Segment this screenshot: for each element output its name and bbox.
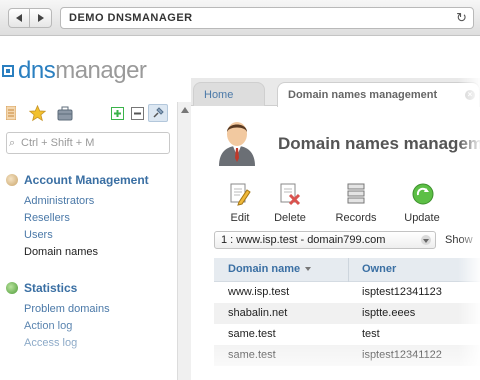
- sidebar-item-problem-domains[interactable]: Problem domains: [24, 303, 110, 315]
- update-label: Update: [404, 212, 440, 224]
- users-section-icon: [6, 174, 18, 186]
- close-tab-icon[interactable]: ×: [465, 90, 475, 100]
- delete-label: Delete: [274, 212, 306, 224]
- sidebar-scrollbar[interactable]: [177, 102, 191, 380]
- menu-icon[interactable]: [4, 104, 18, 122]
- column-header-owner[interactable]: Owner: [362, 263, 396, 275]
- expand-all-icon[interactable]: [110, 104, 124, 122]
- cell-domain-name: www.isp.test: [228, 286, 290, 298]
- tab-home[interactable]: Home: [193, 82, 265, 106]
- back-arrow-icon: [16, 14, 22, 22]
- reload-icon[interactable]: ↻: [456, 11, 467, 25]
- logo-square-icon: [2, 65, 14, 77]
- tab-domain-names-management[interactable]: Domain names management ×: [277, 82, 480, 107]
- statistics-section-icon: [6, 282, 18, 294]
- delete-button[interactable]: Delete: [265, 182, 315, 224]
- cell-domain-name: shabalin.net: [228, 307, 288, 319]
- table-header: Domain name Owner: [214, 258, 480, 282]
- main-panel: Home Domain names management × Domain na…: [191, 78, 480, 380]
- tab-domains-label: Domain names management: [288, 89, 438, 101]
- scroll-up-arrow-icon[interactable]: [181, 107, 189, 113]
- sidebar-item-administrators[interactable]: Administrators: [24, 195, 94, 207]
- app-logo: dns manager: [2, 57, 147, 84]
- pin-icon[interactable]: [148, 104, 168, 122]
- tab-home-label: Home: [204, 89, 234, 101]
- cell-owner: test: [362, 328, 380, 340]
- search-icon: ⌕: [9, 137, 16, 149]
- user-avatar-icon: [215, 116, 259, 166]
- section-title-statistics[interactable]: Statistics: [24, 281, 77, 295]
- forward-button[interactable]: [30, 8, 52, 28]
- sidebar-item-resellers[interactable]: Resellers: [24, 212, 70, 224]
- records-button[interactable]: Records: [331, 182, 381, 224]
- table-row[interactable]: www.isp.test isptest12341123: [214, 282, 480, 303]
- address-text: DEMO DNSMANAGER: [69, 12, 193, 24]
- cell-domain-name: same.test: [228, 349, 276, 361]
- column-header-domain-name-label: Domain name: [228, 263, 301, 275]
- delete-icon: [279, 182, 301, 206]
- cell-owner: isptte.eees: [362, 307, 416, 319]
- records-icon: [345, 182, 367, 206]
- back-button[interactable]: [8, 8, 30, 28]
- edit-icon: [229, 182, 251, 206]
- sidebar-item-access-log[interactable]: Access log: [24, 337, 77, 349]
- collapse-all-icon[interactable]: [130, 104, 144, 122]
- cell-domain-name: same.test: [228, 328, 276, 340]
- sidebar-item-action-log[interactable]: Action log: [24, 320, 72, 332]
- filter-selected-value: 1 : www.isp.test - domain799.com: [221, 234, 386, 246]
- cell-owner: isptest12341123: [362, 286, 442, 298]
- sidebar: ⌕ Account Management Administrators Rese…: [0, 100, 176, 380]
- column-header-domain-name[interactable]: Domain name: [228, 263, 312, 275]
- show-label[interactable]: Show: [445, 234, 473, 246]
- table-row[interactable]: shabalin.net isptte.eees: [214, 303, 480, 324]
- table-row[interactable]: same.test test: [214, 324, 480, 345]
- edit-button[interactable]: Edit: [215, 182, 265, 224]
- section-title-account-management[interactable]: Account Management: [24, 173, 149, 187]
- page-title: Domain names managem: [278, 134, 480, 153]
- update-icon: [411, 182, 434, 206]
- update-button[interactable]: Update: [397, 182, 447, 224]
- logo-text-dns: dns: [18, 57, 56, 84]
- sidebar-item-domain-names[interactable]: Domain names: [24, 246, 98, 258]
- edit-label: Edit: [230, 212, 250, 224]
- browser-toolbar: DEMO DNSMANAGER ↻: [0, 0, 480, 36]
- menu-search-input[interactable]: [21, 135, 167, 151]
- domain-filter-select[interactable]: 1 : www.isp.test - domain799.com: [214, 231, 436, 249]
- sidebar-item-users[interactable]: Users: [24, 229, 53, 241]
- briefcase-icon[interactable]: [56, 104, 74, 122]
- chevron-down-icon[interactable]: [421, 235, 431, 245]
- logo-text-manager: manager: [55, 57, 147, 84]
- records-label: Records: [335, 212, 377, 224]
- sidebar-toolbar: [0, 104, 176, 124]
- column-divider: [348, 258, 349, 282]
- domains-table: Domain name Owner www.isp.test isptest12…: [214, 258, 480, 366]
- forward-arrow-icon: [37, 14, 44, 22]
- cell-owner: isptest12341122: [362, 349, 442, 361]
- favorites-star-icon[interactable]: [28, 104, 46, 122]
- tab-strip: Home Domain names management ×: [191, 78, 480, 107]
- address-bar[interactable]: DEMO DNSMANAGER ↻: [60, 7, 474, 29]
- table-row[interactable]: same.test isptest12341122: [214, 345, 480, 366]
- menu-search-field[interactable]: ⌕: [6, 132, 170, 154]
- sort-desc-icon: [305, 267, 312, 272]
